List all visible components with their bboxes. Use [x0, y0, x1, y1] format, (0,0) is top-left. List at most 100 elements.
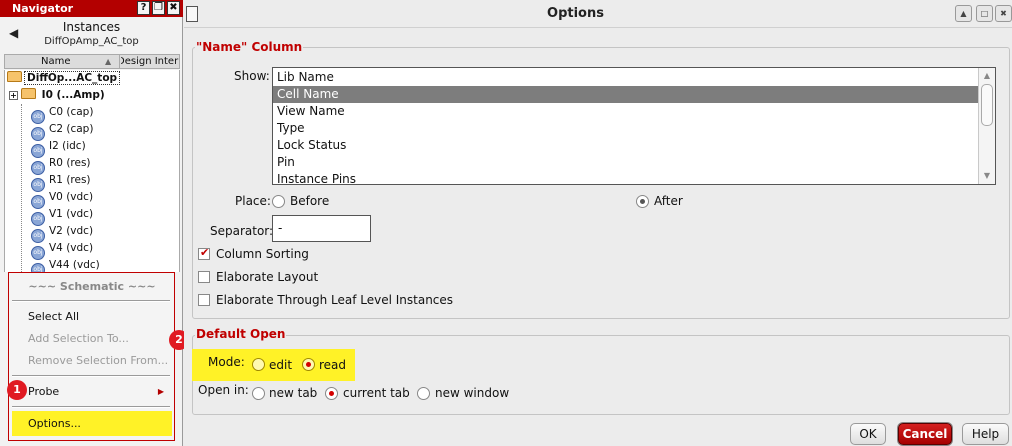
- help-button[interactable]: Help: [962, 423, 1009, 445]
- options-dialog: Options ▲ □ ✖ "Name" Column Show: Lib Na…: [184, 0, 1012, 446]
- open-new-tab-radio[interactable]: [252, 387, 265, 400]
- tree-item-label: I0 (...Amp): [41, 89, 105, 101]
- scroll-thumb[interactable]: [981, 84, 993, 126]
- menu-item-probe[interactable]: Probe ▶: [12, 381, 172, 403]
- tree-item-label: V2 (vdc): [49, 225, 94, 237]
- dialog-titlebar: Options ▲ □ ✖: [184, 0, 1012, 28]
- list-item-lock-status[interactable]: Lock Status: [273, 137, 978, 154]
- scroll-down-arrow-icon[interactable]: ▼: [981, 170, 993, 182]
- expand-plus-icon[interactable]: +: [9, 91, 18, 100]
- mode-label: Mode:: [208, 355, 245, 369]
- mode-edit-radio[interactable]: [252, 358, 265, 371]
- menu-divider: [12, 300, 170, 302]
- column-sorting-checkbox[interactable]: ✔: [198, 246, 210, 260]
- elaborate-leaf-label: Elaborate Through Leaf Level Instances: [216, 293, 454, 307]
- close-icon[interactable]: ✖: [167, 1, 180, 15]
- step-badge-1: 1: [7, 380, 27, 400]
- column-header: Name ▲ Design Inter: [4, 54, 180, 69]
- separator-label: Separator:: [210, 224, 274, 238]
- menu-item-remove-selection[interactable]: Remove Selection From...: [12, 350, 172, 372]
- menu-item-label: Probe: [28, 385, 60, 398]
- menu-item-select-all[interactable]: Select All: [12, 306, 172, 328]
- tree-item[interactable]: obj V0 (vdc): [31, 189, 94, 209]
- show-listbox[interactable]: Lib Name Cell Name View Name Type Lock S…: [272, 67, 996, 185]
- place-label: Place:: [235, 194, 271, 208]
- tree-root-item[interactable]: DiffOp...AC_top: [7, 70, 121, 87]
- help-icon[interactable]: ?: [137, 1, 150, 15]
- tree-item-label: R1 (res): [49, 174, 91, 186]
- navigator-titlebar: Navigator ? ❐ ✖: [0, 0, 183, 17]
- tree-item-label: C2 (cap): [49, 123, 94, 135]
- scroll-up-arrow-icon[interactable]: ▲: [981, 70, 993, 82]
- checkmark-icon: ✔: [200, 246, 210, 259]
- tree-item-label: V4 (vdc): [49, 242, 94, 254]
- separator-input[interactable]: -: [272, 215, 371, 242]
- tree-item[interactable]: obj V44 (vdc): [31, 257, 100, 272]
- tree-item[interactable]: obj V2 (vdc): [31, 223, 94, 243]
- menu-item-options[interactable]: Options...: [12, 411, 172, 436]
- folder-open-icon: [7, 71, 22, 82]
- tree-item-label: I2 (idc): [49, 140, 86, 152]
- open-new-window-radio[interactable]: [417, 387, 430, 400]
- column-name-header[interactable]: Name: [5, 55, 120, 68]
- tree-item[interactable]: obj R0 (res): [31, 155, 91, 175]
- column-sorting-label: Column Sorting: [216, 247, 309, 261]
- float-window-icon[interactable]: ❐: [152, 1, 165, 15]
- tree-root-label: DiffOp...AC_top: [24, 71, 121, 85]
- navigator-panel: Navigator ? ❐ ✖ ◀ Instances DiffOpAmp_AC…: [0, 0, 183, 446]
- elaborate-layout-checkbox[interactable]: [198, 271, 210, 283]
- list-item-pin[interactable]: Pin: [273, 154, 978, 171]
- navigator-header: ◀ Instances DiffOpAmp_AC_top: [0, 17, 183, 51]
- instance-tree: DiffOp...AC_top + I0 (...Amp) obj C0 (cap…: [4, 70, 180, 272]
- ok-button[interactable]: OK: [850, 423, 886, 445]
- column-name-label: Name: [41, 56, 71, 67]
- navigator-title: Navigator: [12, 2, 74, 15]
- list-item-view-name[interactable]: View Name: [273, 103, 978, 120]
- open-in-label: Open in:: [198, 383, 249, 397]
- tree-item-label: V0 (vdc): [49, 191, 94, 203]
- list-item-cell-name[interactable]: Cell Name: [273, 86, 978, 103]
- default-open-title: Default Open: [195, 327, 287, 341]
- tree-item[interactable]: obj C2 (cap): [31, 121, 94, 141]
- tree-item-label: C0 (cap): [49, 106, 94, 118]
- cancel-button[interactable]: Cancel: [898, 423, 952, 445]
- place-before-radio[interactable]: [272, 195, 285, 208]
- tree-item-label: V44 (vdc): [49, 259, 100, 271]
- menu-divider: [12, 375, 170, 377]
- maximize-icon[interactable]: □: [976, 5, 993, 22]
- show-label: Show:: [234, 69, 270, 83]
- list-item-type[interactable]: Type: [273, 120, 978, 137]
- submenu-arrow-icon: ▶: [157, 387, 164, 396]
- tree-item[interactable]: obj V1 (vdc): [31, 206, 94, 226]
- tree-item[interactable]: obj C0 (cap): [31, 104, 94, 124]
- folder-open-icon: [21, 88, 36, 99]
- elaborate-leaf-checkbox[interactable]: [198, 294, 210, 306]
- place-after-radio[interactable]: [636, 195, 649, 208]
- mode-read-radio[interactable]: [302, 358, 315, 371]
- tree-item-label: V1 (vdc): [49, 208, 94, 220]
- close-window-icon[interactable]: ✖: [995, 5, 1012, 22]
- open-current-tab-radio[interactable]: [325, 387, 338, 400]
- list-scrollbar[interactable]: ▲ ▼: [978, 68, 995, 184]
- object-icon: obj: [31, 263, 45, 272]
- name-column-title: "Name" Column: [195, 40, 304, 54]
- place-before-label: Before: [290, 194, 330, 208]
- elaborate-layout-label: Elaborate Layout: [216, 270, 319, 284]
- tree-item[interactable]: obj R1 (res): [31, 172, 91, 192]
- sort-ascending-icon[interactable]: ▲: [105, 55, 111, 68]
- open-current-tab-label: current tab: [343, 386, 410, 400]
- menu-heading: ~~~ Schematic ~~~: [28, 280, 156, 293]
- menu-divider: [12, 406, 170, 408]
- context-menu: ~~~ Schematic ~~~ Select All Add Selecti…: [8, 272, 175, 441]
- list-item-lib-name[interactable]: Lib Name: [273, 69, 978, 86]
- list-item-instance-pins[interactable]: Instance Pins: [273, 171, 978, 184]
- menu-item-add-selection[interactable]: Add Selection To...: [12, 328, 172, 350]
- dialog-title: Options: [547, 6, 604, 21]
- panel-subtitle: DiffOpAmp_AC_top: [44, 36, 139, 47]
- panel-title: Instances: [62, 20, 121, 34]
- shade-window-icon[interactable]: ▲: [955, 5, 972, 22]
- tree-item[interactable]: obj V4 (vdc): [31, 240, 94, 260]
- column-design-header[interactable]: Design Inter: [121, 55, 179, 68]
- tree-item[interactable]: obj I2 (idc): [31, 138, 86, 158]
- tree-item-i0[interactable]: + I0 (...Amp): [9, 87, 105, 104]
